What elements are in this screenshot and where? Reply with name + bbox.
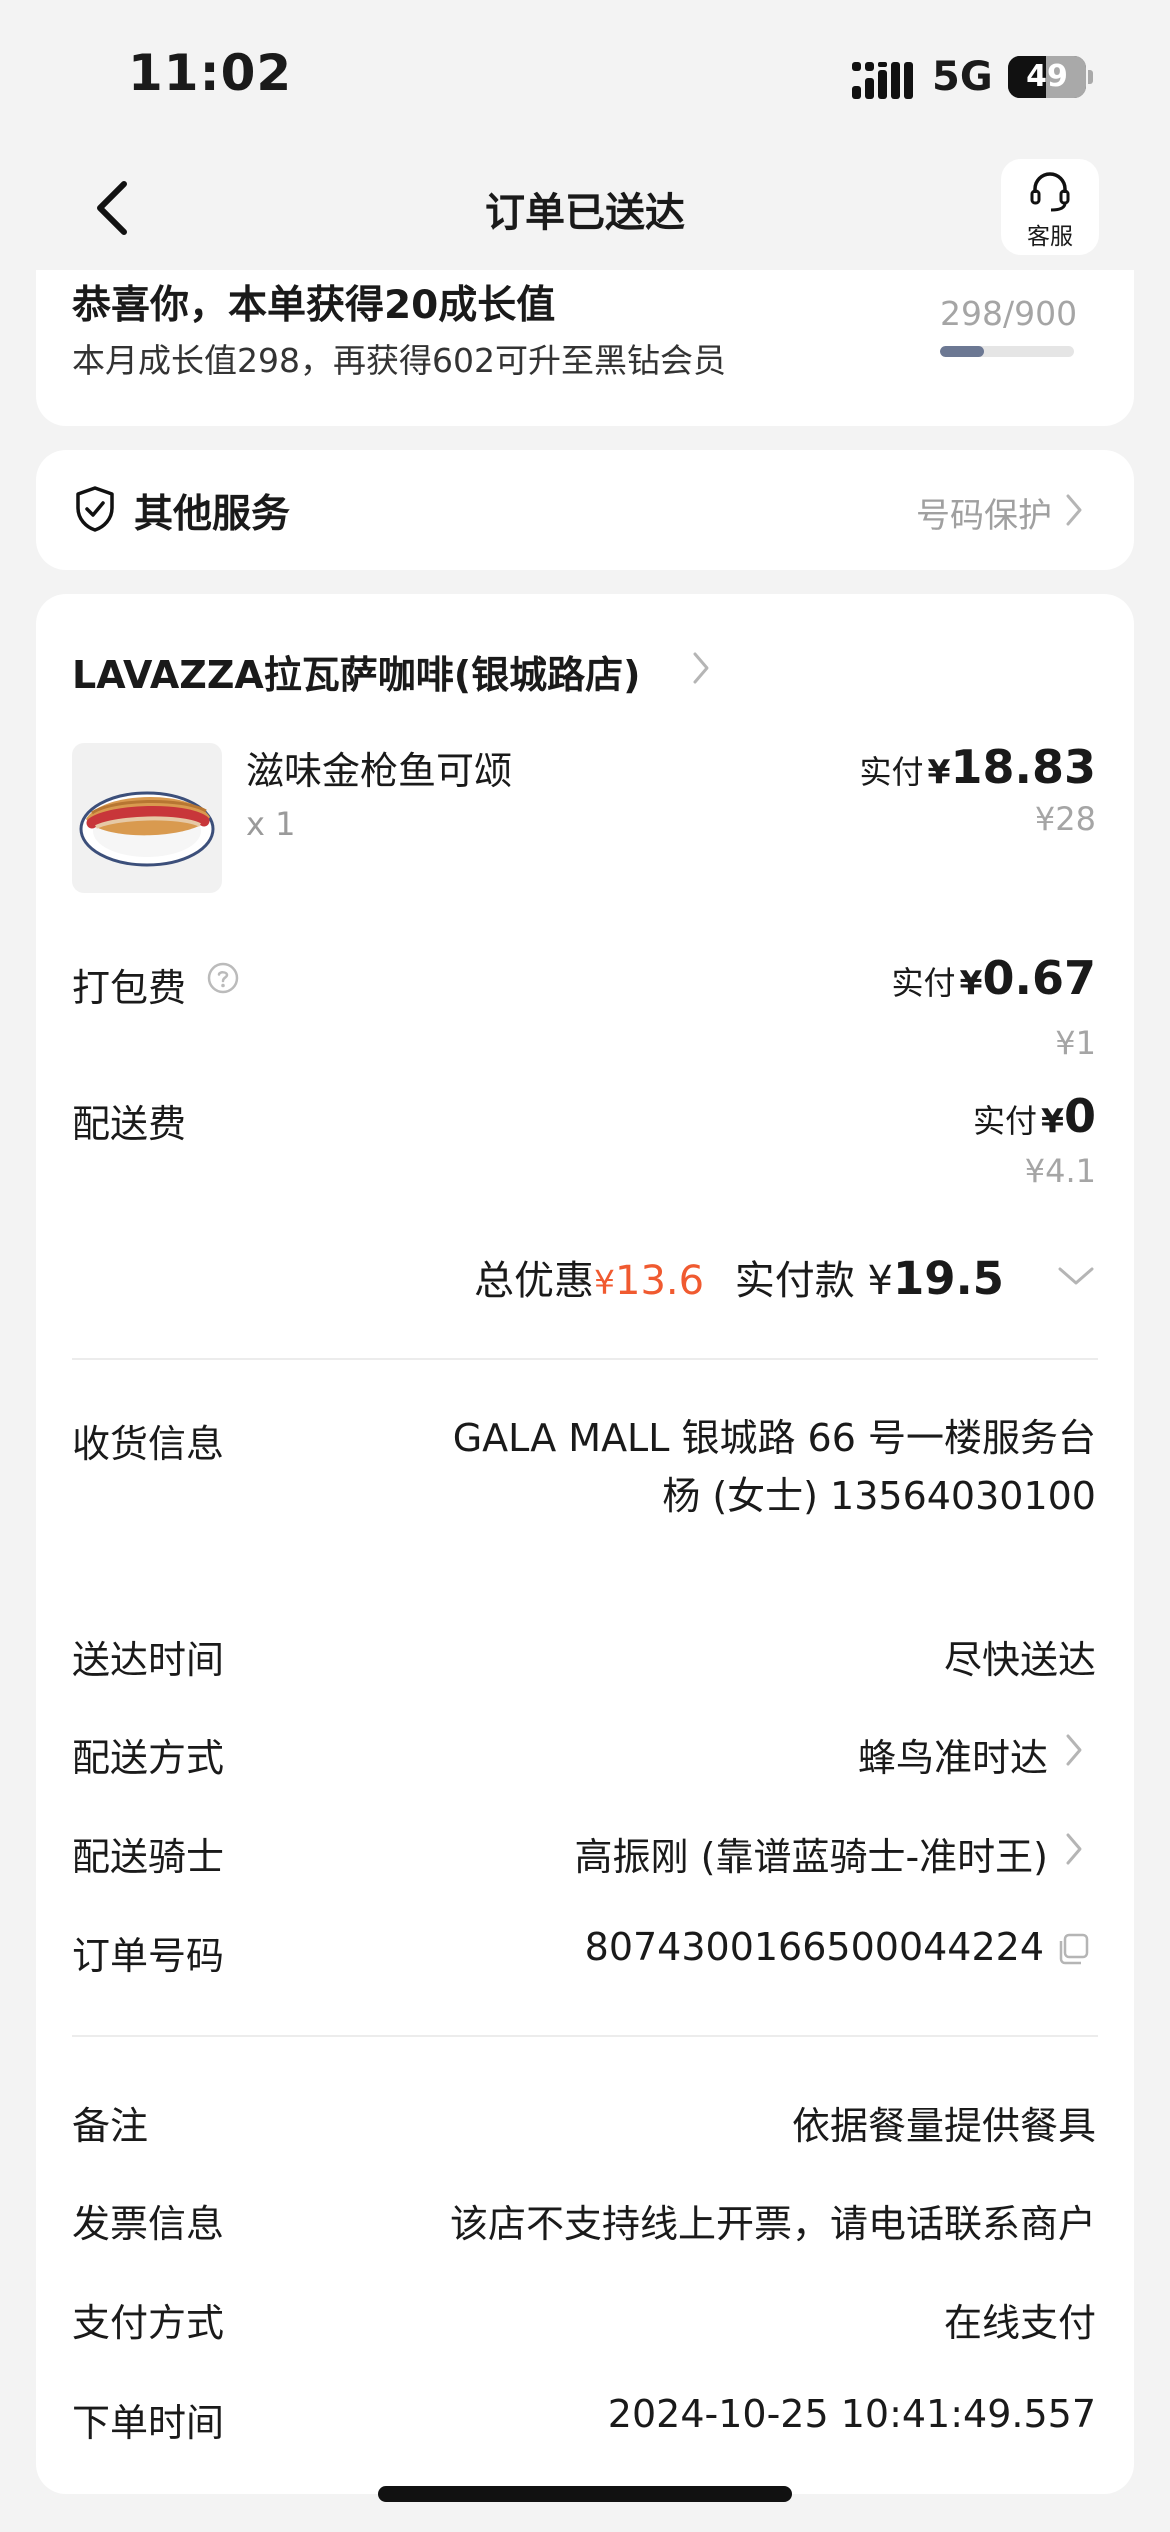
rider-value[interactable]: 高振刚 (靠谱蓝骑士-准时王) [575, 1826, 1048, 1881]
paid-amount: 0.67 [982, 951, 1097, 1005]
home-indicator[interactable] [378, 2486, 792, 2502]
rider-label: 配送骑士 [72, 1835, 225, 1879]
packaging-fee-original: ¥1 [1055, 1024, 1096, 1062]
discount-label: 总优惠 [474, 1258, 595, 1304]
delivery-time-value: 尽快送达 [943, 1638, 1096, 1682]
order-summary[interactable]: 总优惠¥13.6 实付款 ¥19.5 [474, 1248, 1004, 1306]
currency-symbol: ¥ [959, 963, 983, 1002]
shop-name[interactable]: LAVAZZA拉瓦萨咖啡(银城路店) [72, 644, 641, 699]
battery-nub [1088, 70, 1093, 84]
delivery-fee-original: ¥4.1 [1024, 1152, 1096, 1190]
chevron-right-icon[interactable] [690, 650, 712, 686]
total-currency: ¥ [867, 1258, 893, 1304]
contact-text: 杨 (女士) 13564030100 [662, 1474, 1096, 1518]
address-label: 收货信息 [72, 1422, 225, 1466]
delivery-method-value[interactable]: 蜂鸟准时达 [858, 1727, 1048, 1782]
paid-label: 实付 [859, 753, 924, 791]
address-block: GALA MALL 银城路 66 号一楼服务台 杨 (女士) 135640301… [436, 1409, 1096, 1525]
product-name[interactable]: 滋味金枪鱼可颂 [246, 740, 512, 795]
delivery-fee-paid: 实付 ¥0 [973, 1089, 1096, 1143]
discount-amount: 13.6 [615, 1258, 705, 1304]
payment-method-label: 支付方式 [72, 2301, 225, 2345]
growth-progress-bar [940, 346, 1074, 357]
packaging-fee-label: 打包费 [72, 966, 187, 1010]
headset-icon [1030, 172, 1070, 212]
number-protection-link[interactable]: 号码保护 [916, 488, 1052, 537]
total-amount: 19.5 [892, 1252, 1004, 1305]
chevron-right-icon [1066, 494, 1082, 526]
payment-method-value: 在线支付 [943, 2301, 1096, 2345]
page-title: 订单已送达 [485, 190, 685, 236]
paid-label: 实付 [891, 964, 956, 1002]
divider [72, 1358, 1098, 1360]
customer-service-label: 客服 [1027, 224, 1073, 250]
growth-progress-fill [940, 346, 985, 357]
signal-icon [852, 62, 913, 99]
product-image[interactable] [72, 743, 222, 893]
divider [72, 2035, 1098, 2037]
shield-check-icon [76, 486, 114, 532]
paid-label: 实付 [973, 1102, 1038, 1140]
delivery-method-label: 配送方式 [72, 1736, 225, 1780]
order-number-value: 8074300166500044224 [584, 1925, 1044, 1969]
battery-level-text: 49 [1026, 59, 1068, 94]
growth-subtitle: 本月成长值298，再获得602可升至黑钻会员 [72, 341, 726, 380]
growth-title: 恭喜你，本单获得20成长值 [72, 283, 556, 328]
delivery-time-label: 送达时间 [72, 1638, 225, 1682]
packaging-fee-paid: 实付 ¥0.67 [892, 951, 1096, 1005]
battery-icon: 49 [1008, 56, 1086, 98]
discount-currency: ¥ [594, 1263, 616, 1302]
chevron-right-icon[interactable] [1063, 1732, 1085, 1768]
currency-symbol: ¥ [1041, 1101, 1064, 1140]
croissant-image [79, 791, 215, 867]
currency-symbol: ¥ [927, 752, 951, 791]
invoice-value: 该店不支持线上开票，请电话联系商户 [449, 2202, 1096, 2246]
order-time-value: 2024-10-25 10:41:49.557 [607, 2392, 1096, 2436]
order-number-label: 订单号码 [72, 1934, 225, 1978]
paid-amount: 0 [1063, 1089, 1096, 1143]
growth-progress-text: 298/900 [940, 294, 1078, 333]
order-time-label: 下单时间 [72, 2401, 225, 2445]
product-quantity: x 1 [246, 805, 296, 843]
copy-icon[interactable] [1055, 1931, 1091, 1967]
status-time: 11:02 [128, 44, 293, 102]
other-services-title: 其他服务 [134, 492, 291, 537]
chevron-down-icon[interactable] [1056, 1264, 1096, 1288]
product-paid-price: 实付 ¥18.83 [860, 740, 1097, 794]
chevron-right-icon[interactable] [1063, 1831, 1085, 1867]
delivery-fee-label: 配送费 [72, 1102, 187, 1146]
customer-service-button[interactable]: 客服 [1001, 159, 1099, 255]
total-label: 实付款 [734, 1258, 855, 1304]
address-text: GALA MALL 银城路 66 号一楼服务台 [452, 1416, 1096, 1460]
note-value: 依据餐量提供餐具 [791, 2104, 1096, 2148]
help-circle-icon[interactable] [207, 962, 239, 994]
note-label: 备注 [72, 2104, 149, 2148]
network-label: 5G [932, 54, 993, 100]
paid-amount: 18.83 [950, 740, 1096, 794]
invoice-label: 发票信息 [72, 2202, 225, 2246]
product-original-price: ¥28 [1034, 800, 1096, 838]
